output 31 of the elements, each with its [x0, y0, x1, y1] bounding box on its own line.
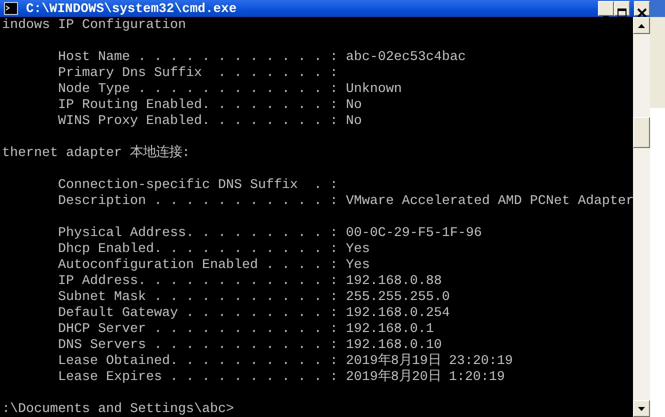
console-icon: [4, 2, 18, 15]
window-title: C:\WINDOWS\system32\cmd.exe: [26, 1, 238, 16]
console-line: thernet adapter 本地连接:: [1, 146, 191, 162]
console-line: IP Address. . . . . . . . . . . . : 192.168.0.88: [56, 274, 443, 290]
scrollbar[interactable]: [633, 17, 650, 417]
console-line: Dhcp Enabled. . . . . . . . . . . : Yes: [56, 242, 371, 258]
close-button[interactable]: [634, 1, 650, 16]
scroll-down-button[interactable]: [633, 400, 650, 417]
up-arrow-icon: [638, 24, 645, 28]
console-line: indows IP Configuration: [1, 18, 187, 34]
console-line: DNS Servers . . . . . . . . . . . : 192.168.0.10: [56, 338, 443, 353]
scroll-up-button[interactable]: [633, 17, 650, 34]
console-line: Host Name . . . . . . . . . . . . : abc-02ec53c4bac: [56, 50, 467, 66]
console-line: Connection-specific DNS Suffix . :: [56, 178, 339, 194]
console-line: DHCP Server . . . . . . . . . . . : 192.168.0.1: [56, 322, 435, 338]
maximize-button[interactable]: [614, 1, 630, 16]
console-line: Lease Obtained. . . . . . . . . . : 2019年8月19日 23:20:19: [56, 354, 514, 369]
console-line: Default Gateway . . . . . . . . . : 192.168.0.254: [56, 306, 451, 322]
console-line: Lease Expires . . . . . . . . . . : 2019年8月20日 1:20:19: [56, 370, 506, 386]
console-line: Autoconfiguration Enabled . . . . : Yes: [56, 258, 371, 274]
console-line: Physical Address. . . . . . . . . : 00-0C-29-F5-1F-96: [56, 226, 483, 242]
scrollbar-thumb[interactable]: [633, 117, 650, 148]
console-line: WINS Proxy Enabled. . . . . . . . : No: [56, 114, 363, 130]
console-line: Primary Dns Suffix . . . . . . . :: [56, 66, 339, 82]
console-line: IP Routing Enabled. . . . . . . . : No: [56, 98, 363, 114]
console-line: Node Type . . . . . . . . . . . . : Unknown: [56, 82, 403, 98]
down-arrow-icon: [638, 406, 645, 410]
console-line: Description . . . . . . . . . . . : VMware Accelerated AMD PCNet Adapter: [56, 194, 633, 210]
console-line: :\Documents and Settings\abc>: [1, 402, 235, 417]
minimize-button[interactable]: [598, 1, 614, 16]
console-line: Subnet Mask . . . . . . . . . . . : 255.255.255.0: [56, 290, 451, 306]
